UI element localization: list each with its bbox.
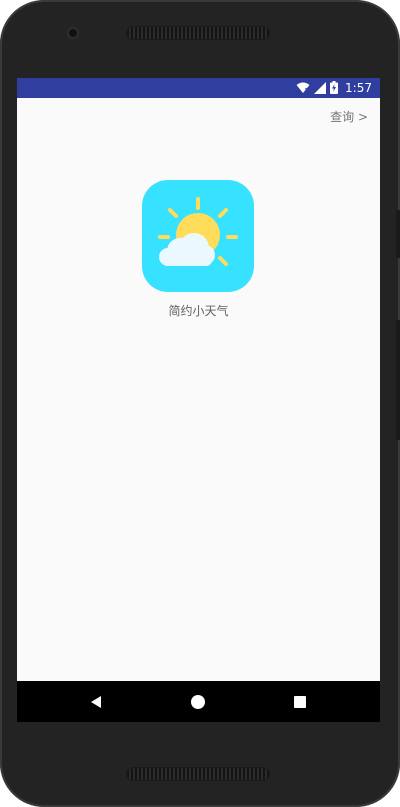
- top-speaker-grille: [127, 27, 269, 39]
- home-icon: [191, 695, 205, 709]
- battery-charging-icon: [330, 79, 339, 98]
- power-button: [396, 210, 400, 258]
- sun-cloud-icon: [158, 197, 238, 266]
- recents-icon: [294, 696, 306, 708]
- query-link[interactable]: 查询 >: [330, 108, 368, 125]
- back-button[interactable]: [85, 691, 107, 713]
- navigation-bar: [17, 681, 380, 722]
- recents-button[interactable]: [289, 691, 311, 713]
- wifi-icon: [296, 79, 310, 98]
- bottom-speaker-grille: [127, 768, 269, 780]
- status-bar: 1:57: [17, 78, 380, 98]
- screen: 1:57 查询 > 简约小天气: [17, 78, 380, 722]
- home-button[interactable]: [187, 691, 209, 713]
- app-name: 简约小天气: [168, 304, 229, 318]
- status-time: 1:57: [345, 81, 372, 95]
- back-icon: [91, 696, 101, 708]
- volume-button: [396, 320, 400, 440]
- phone-frame: 1:57 查询 > 简约小天气: [0, 0, 400, 807]
- app-logo[interactable]: [142, 180, 254, 292]
- cellular-signal-icon: [314, 79, 327, 98]
- front-camera: [69, 29, 77, 37]
